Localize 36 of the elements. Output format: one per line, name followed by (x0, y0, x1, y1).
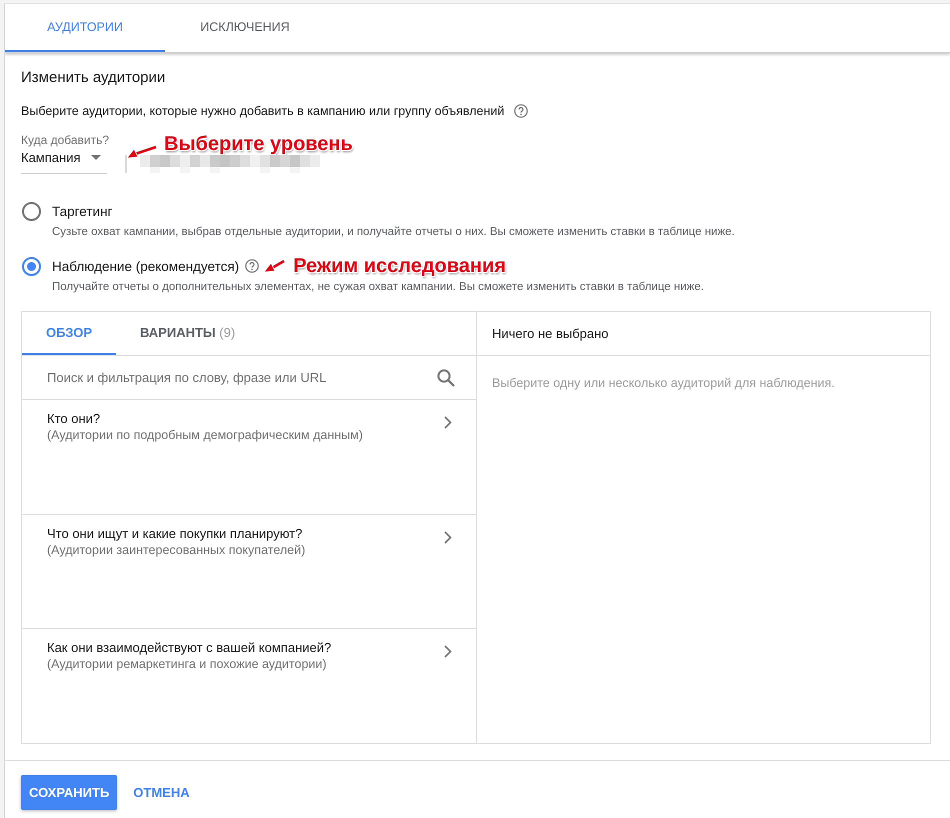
search-field[interactable]: Поиск и фильтрация по слову, фразе или URL (47, 368, 429, 388)
category-subtitle: (Аудитории ремаркетинга и похожие аудитории) (47, 656, 327, 672)
cancel-link[interactable]: ОТМЕНА (133, 775, 190, 810)
caret-icon (90, 154, 100, 160)
chevron-icon[interactable] (444, 530, 452, 544)
section-heading: Изменить аудитории (21, 68, 166, 88)
option-description: Сузьте охват кампании, выбрав отдельные аудитории, и получайте отчеты о них. Вы сможете изменить ставки в таблице ниже. (52, 225, 735, 240)
category-title[interactable]: Кто они? (47, 410, 100, 427)
help-icon[interactable] (245, 259, 260, 273)
radio-button[interactable] (22, 256, 41, 276)
tab[interactable]: ИСКЛЮЧЕНИЯ (165, 4, 325, 52)
annotation-text: Выберите уровень (164, 132, 353, 156)
category-title[interactable]: Как они взаимодействуют с вашей компанией? (47, 639, 332, 656)
arrow-icon (127, 145, 157, 159)
annotation-text: Режим исследования (293, 254, 506, 278)
help-icon[interactable] (514, 104, 528, 118)
selection-title: Ничего не выбрано (492, 326, 609, 341)
tab[interactable]: АУДИТОРИИ (5, 4, 165, 52)
section-description: Выберите аудитории, которые нужно добавить в кампанию или группу объявлений (21, 104, 504, 118)
search-icon[interactable] (437, 368, 455, 386)
option-description: Получайте отчеты о дополнительных элементах, не сужая охват кампании. Вы сможете изменить ставки в таблице ниже. (52, 280, 704, 295)
category-title[interactable]: Что они ищут и какие покупки планируют? (47, 524, 302, 542)
radio-label[interactable]: Таргетинг (52, 204, 112, 218)
field-label: Куда добавить? (21, 132, 110, 148)
empty-message: Выберите одну или несколько аудиторий для наблюдения. (492, 376, 835, 390)
level-dropdown[interactable]: Кампания (21, 148, 107, 174)
tab[interactable]: ОБЗОР (22, 312, 116, 355)
radio-label[interactable]: Наблюдение (рекомендуется) (52, 258, 240, 274)
arrow-icon (264, 259, 286, 273)
category-subtitle: (Аудитории заинтересованных покупателей) (47, 542, 306, 558)
tab[interactable]: ВАРИАНТЫ (9) (116, 312, 260, 355)
chevron-icon[interactable] (444, 416, 452, 429)
radio-button[interactable] (22, 202, 41, 220)
chevron-icon[interactable] (444, 645, 452, 658)
category-subtitle: (Аудитории по подробным демографическим данным) (47, 427, 363, 443)
save-button[interactable]: СОХРАНИТЬ (21, 775, 118, 810)
